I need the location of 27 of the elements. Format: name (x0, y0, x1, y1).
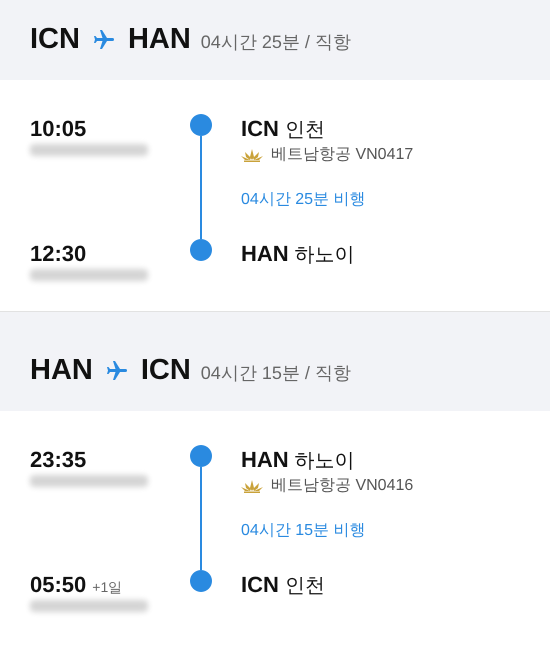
route-to: ICN (140, 353, 191, 388)
day-offset-text: +1일 (92, 578, 122, 597)
route-to: HAN (128, 22, 191, 58)
lotus-logo-icon (241, 479, 263, 493)
airplane-icon (104, 359, 129, 383)
route-summary: 04시간 15분 / 직항 (200, 362, 351, 384)
city-name: 인천 (284, 118, 325, 143)
route-summary: 04시간 25분 / 직항 (200, 30, 351, 54)
route-from: ICN (30, 22, 80, 58)
airport-code: ICN (241, 115, 279, 143)
airplane-icon (92, 28, 116, 52)
city-name: 하노이 (294, 243, 355, 268)
time-text: 12:30 (30, 240, 86, 268)
time-text: 23:35 (30, 446, 86, 474)
airline-name: 베트남항공 VN0417 (271, 145, 414, 165)
city-name: 인천 (284, 574, 325, 599)
time-text: 05:50 (30, 571, 86, 599)
city-name: 하노이 (294, 449, 355, 474)
airline-name: 베트남항공 VN0416 (271, 476, 414, 496)
lotus-logo-icon (241, 148, 263, 162)
airport-code: HAN (241, 446, 289, 474)
flight-duration: 04시간 15분 비행 (241, 521, 366, 541)
airport-code: ICN (241, 571, 279, 599)
flight-duration: 04시간 25분 비행 (241, 190, 366, 210)
time-text: 10:05 (30, 115, 86, 143)
route-from: HAN (30, 353, 93, 388)
airport-code: HAN (241, 240, 289, 268)
